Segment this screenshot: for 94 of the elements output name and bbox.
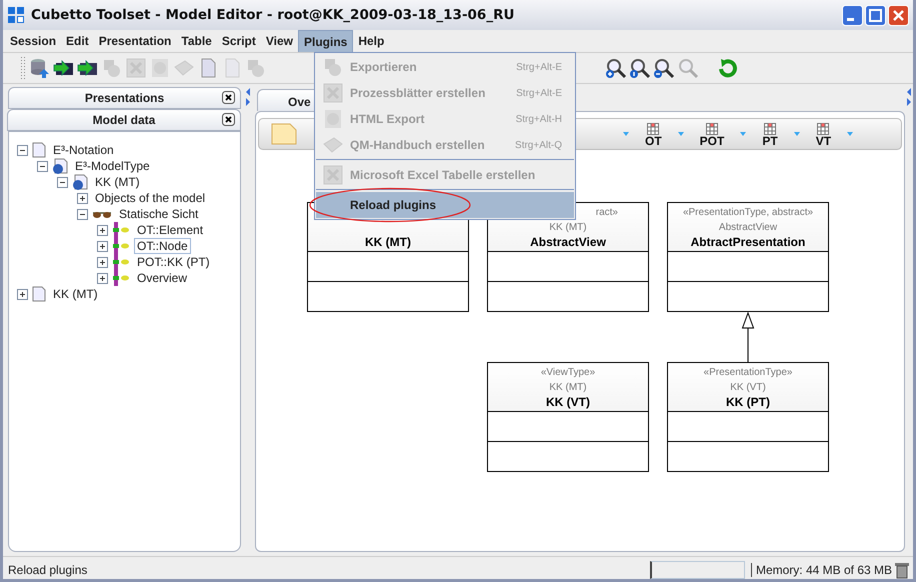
parent-label: AbstractView (718, 221, 778, 235)
menu-item[interactable]: View (260, 30, 298, 52)
palette-label: OT (645, 135, 662, 147)
splitter-arrows-icon[interactable] (245, 87, 251, 107)
shapes-icon (322, 56, 344, 78)
document-icon (32, 142, 46, 158)
tree-item[interactable]: KK (MT) (50, 286, 101, 302)
table-icon (817, 123, 830, 135)
collapse-icon[interactable] (57, 176, 68, 188)
palette-item[interactable]: OT (645, 121, 662, 147)
refresh-icon (717, 57, 739, 79)
tree-item[interactable]: POT::KK (PT) (134, 254, 213, 270)
window-title: Cubetto Toolset - Model Editor - root@KK_2009-03-18_13-06_RU (31, 7, 514, 23)
document-icon (32, 286, 46, 302)
zoom-reset-icon (629, 57, 651, 79)
table-icon (764, 123, 776, 135)
expand-icon[interactable] (97, 256, 108, 268)
expand-icon[interactable] (77, 192, 88, 204)
excel-icon (125, 57, 147, 79)
menu-item[interactable]: Edit (61, 30, 94, 52)
zoom-icon (677, 57, 699, 79)
tree-item[interactable]: E³-Notation (50, 142, 117, 158)
expand-icon[interactable] (97, 272, 108, 284)
maximize-icon[interactable] (865, 4, 886, 26)
tree-item[interactable]: E³-ModelType (72, 158, 153, 174)
import-icon (53, 57, 75, 79)
parent-label: KK (MT) (549, 221, 587, 235)
shapes-icon (101, 57, 123, 79)
class-name: KK (VT) (546, 395, 590, 410)
view-icon (112, 238, 130, 254)
class-name: AbstractView (530, 235, 606, 250)
class-name: KK (MT) (365, 235, 411, 250)
tree-item[interactable]: Objects of the model (92, 190, 208, 206)
menu-item[interactable]: Script (216, 30, 261, 52)
shapes-icon (245, 57, 267, 79)
view-icon (112, 254, 130, 270)
class-node[interactable]: «PresentationType» KK (VT) KK (PT) (667, 362, 829, 472)
menu-item[interactable]: Table (176, 30, 217, 52)
palette-item[interactable]: POT (700, 121, 724, 147)
class-name: AbtractPresentation (690, 235, 806, 250)
memory-label: Memory: 44 MB of 63 MB (750, 562, 894, 576)
document-globe-icon (52, 158, 68, 174)
export-icon (77, 57, 99, 79)
database-icon (29, 57, 51, 79)
tree-item[interactable]: OT::Node (134, 238, 191, 254)
menu-entry[interactable]: Reload plugins (316, 192, 574, 218)
app-icon (7, 6, 25, 24)
expand-icon[interactable] (97, 224, 108, 236)
expand-icon[interactable] (97, 240, 108, 252)
tree-item[interactable]: Statische Sicht (116, 206, 202, 222)
document-globe-icon (72, 174, 88, 190)
excel-icon (322, 82, 344, 104)
tree-item[interactable]: KK (MT) (92, 174, 143, 190)
collapse-icon[interactable] (17, 144, 28, 156)
expand-icon[interactable] (17, 288, 28, 300)
stereotype-label: «ViewType» (540, 366, 596, 380)
status-message: Reload plugins (8, 562, 88, 576)
stereotype-label: ract» (596, 206, 619, 220)
glasses-icon (92, 209, 112, 219)
table-icon (706, 123, 718, 135)
collapse-icon[interactable] (37, 160, 48, 172)
view-icon (112, 270, 130, 286)
class-name: KK (PT) (726, 395, 770, 410)
zoom-out-icon (653, 57, 675, 79)
splitter-arrows-icon[interactable] (906, 87, 912, 107)
palette-label: VT (816, 135, 832, 147)
tree-item[interactable]: Overview (134, 270, 190, 286)
menu-item[interactable]: Plugins (298, 30, 354, 52)
palette-label: POT (700, 135, 724, 147)
trash-icon[interactable] (894, 560, 910, 578)
stereotype-label: «PresentationType, abstract» (682, 206, 814, 220)
stereotype-label: «PresentationType» (704, 366, 792, 380)
close-icon[interactable] (222, 91, 235, 104)
palette-label: PT (762, 135, 778, 147)
palette-item[interactable]: VT (816, 121, 832, 147)
table-icon (647, 123, 660, 135)
class-node[interactable]: «PresentationType, abstract» AbstractView AbtractPresentation (667, 202, 829, 312)
zoom-in-icon (605, 57, 627, 79)
excel-icon (322, 164, 344, 186)
class-node[interactable]: ract» KK (MT) AbstractView (487, 202, 649, 312)
menu-item[interactable]: Help (353, 30, 390, 52)
minimize-icon[interactable] (842, 4, 863, 26)
panel-header[interactable]: Presentations (8, 87, 241, 109)
view-icon (112, 222, 130, 238)
menu-item[interactable]: Presentation (94, 30, 176, 52)
close-icon[interactable] (222, 113, 235, 126)
collapse-icon[interactable] (77, 208, 88, 220)
tree-item[interactable]: OT::Element (134, 222, 206, 238)
menu-item[interactable]: Session (5, 30, 62, 52)
parent-label: KK (VT) (730, 381, 766, 395)
class-node[interactable]: «ViewType» KK (MT) KK (VT) (487, 362, 649, 472)
palette-item[interactable]: PT (762, 121, 778, 147)
panel-header[interactable]: Model data (7, 109, 241, 131)
parent-label: KK (MT) (549, 381, 587, 395)
